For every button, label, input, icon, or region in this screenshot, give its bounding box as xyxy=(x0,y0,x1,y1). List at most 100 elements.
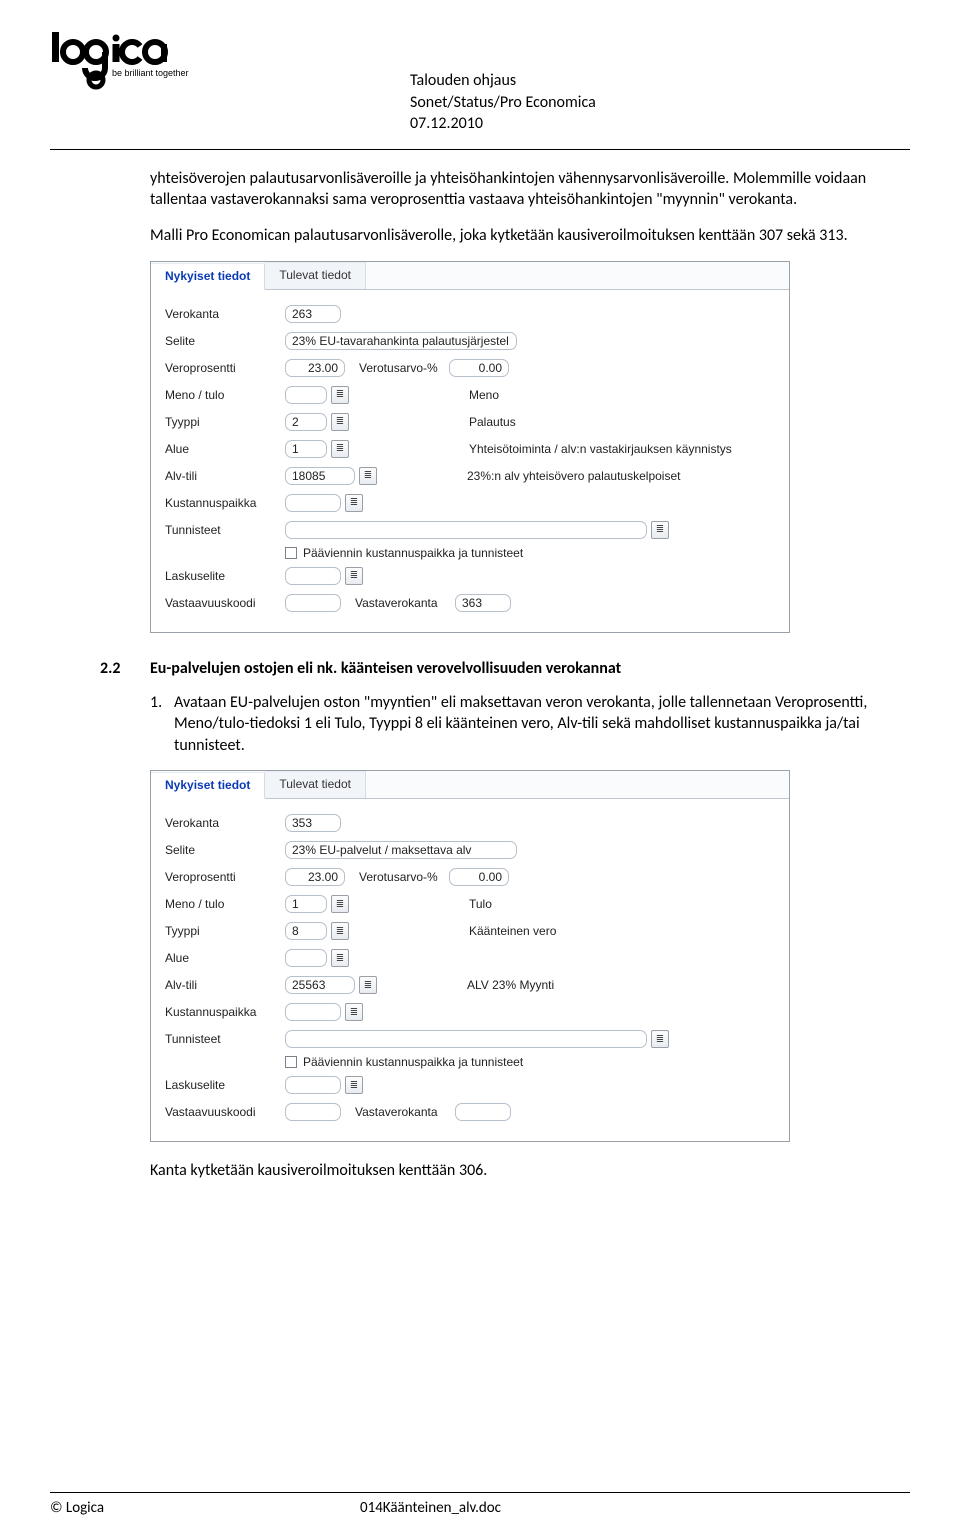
lbl-verotusarvo: Verotusarvo-% xyxy=(359,361,449,375)
lbl-menotulo: Meno / tulo xyxy=(165,897,285,911)
lbl-veroprosentti: Veroprosentti xyxy=(165,361,285,375)
lbl-verokanta: Verokanta xyxy=(165,816,285,830)
tab-nykyiset[interactable]: Nykyiset tiedot xyxy=(151,772,265,799)
checkbox-paaviennin[interactable] xyxy=(285,1056,297,1068)
field-selite[interactable]: 23% EU-palvelut / maksettava alv xyxy=(285,841,517,859)
desc-alue: Yhteisötoiminta / alv:n vastakirjauksen … xyxy=(469,442,732,456)
header-line-3: 07.12.2010 xyxy=(410,113,910,135)
tab-tulevat[interactable]: Tulevat tiedot xyxy=(265,771,366,798)
lbl-vastaverokanta: Vastaverokanta xyxy=(355,1105,455,1119)
field-menotulo[interactable] xyxy=(285,386,327,404)
lookup-icon[interactable] xyxy=(331,949,349,967)
footer-right: 014Käänteinen_alv.doc xyxy=(360,1499,501,1517)
field-kustannuspaikka[interactable] xyxy=(285,1003,341,1021)
field-veroprosentti[interactable]: 23.00 xyxy=(285,359,345,377)
lbl-alue: Alue xyxy=(165,442,285,456)
lbl-vastaavuuskoodi: Vastaavuuskoodi xyxy=(165,596,285,610)
lbl-paaviennin: Pääviennin kustannuspaikka ja tunnisteet xyxy=(303,1055,523,1069)
form-panel-1: Nykyiset tiedot Tulevat tiedot Verokanta… xyxy=(150,261,790,633)
list-item-text: Avataan EU-palvelujen oston "myyntien" e… xyxy=(174,692,870,757)
field-vastaverokanta[interactable] xyxy=(455,1103,511,1121)
lookup-icon[interactable] xyxy=(345,1076,363,1094)
tab-nykyiset[interactable]: Nykyiset tiedot xyxy=(151,263,265,290)
field-verokanta[interactable]: 353 xyxy=(285,814,341,832)
lbl-kustannuspaikka: Kustannuspaikka xyxy=(165,1005,285,1019)
header-line-1: Talouden ohjaus xyxy=(410,70,910,92)
field-alue[interactable]: 1 xyxy=(285,440,327,458)
list-item-number: 1. xyxy=(150,692,174,757)
intro-para-2: Malli Pro Economican palautusarvonlisäve… xyxy=(150,225,870,247)
section-number: 2.2 xyxy=(50,659,150,678)
field-vastaverokanta[interactable]: 363 xyxy=(455,594,511,612)
field-menotulo[interactable]: 1 xyxy=(285,895,327,913)
lbl-tyyppi: Tyyppi xyxy=(165,415,285,429)
desc-tyyppi: Käänteinen vero xyxy=(469,924,556,938)
field-alvtili[interactable]: 18085 xyxy=(285,467,355,485)
footer-left: © Logica xyxy=(50,1499,360,1517)
lookup-icon[interactable] xyxy=(331,413,349,431)
lookup-icon[interactable] xyxy=(345,1003,363,1021)
lookup-icon[interactable] xyxy=(331,895,349,913)
lookup-icon[interactable] xyxy=(651,1030,669,1048)
field-laskuselite[interactable] xyxy=(285,567,341,585)
lbl-tyyppi: Tyyppi xyxy=(165,924,285,938)
tab-tulevat[interactable]: Tulevat tiedot xyxy=(265,262,366,289)
lookup-icon[interactable] xyxy=(331,386,349,404)
desc-menotulo: Meno xyxy=(469,388,499,402)
doc-header: Talouden ohjaus Sonet/Status/Pro Economi… xyxy=(410,40,910,135)
footer-rule xyxy=(50,1492,910,1493)
tabs-1: Nykyiset tiedot Tulevat tiedot xyxy=(151,262,789,290)
logo-tagline: be brilliant together xyxy=(112,68,189,78)
lookup-icon[interactable] xyxy=(331,440,349,458)
lookup-icon[interactable] xyxy=(359,467,377,485)
lbl-alue: Alue xyxy=(165,951,285,965)
trailing-text: Kanta kytketään kausiveroilmoituksen ken… xyxy=(150,1160,870,1182)
logo: be brilliant together xyxy=(50,30,220,90)
field-vastaavuuskoodi[interactable] xyxy=(285,594,341,612)
lbl-paaviennin: Pääviennin kustannuspaikka ja tunnisteet xyxy=(303,546,523,560)
lbl-alvtili: Alv-tili xyxy=(165,469,285,483)
intro-para-1: yhteisöverojen palautusarvonlisäveroille… xyxy=(150,168,870,211)
lbl-laskuselite: Laskuselite xyxy=(165,1078,285,1092)
lbl-vastaverokanta: Vastaverokanta xyxy=(355,596,455,610)
page-footer: © Logica 014Käänteinen_alv.doc xyxy=(50,1492,910,1517)
field-selite[interactable]: 23% EU-tavarahankinta palautusjärjestel xyxy=(285,332,517,350)
field-verokanta[interactable]: 263 xyxy=(285,305,341,323)
section-title: Eu-palvelujen ostojen eli nk. käänteisen… xyxy=(150,659,910,678)
lookup-icon[interactable] xyxy=(331,922,349,940)
list-item-1: 1. Avataan EU-palvelujen oston "myyntien… xyxy=(150,692,870,757)
field-kustannuspaikka[interactable] xyxy=(285,494,341,512)
field-verotusarvo[interactable]: 0.00 xyxy=(449,868,509,886)
field-alvtili[interactable]: 25563 xyxy=(285,976,355,994)
lbl-selite: Selite xyxy=(165,843,285,857)
lookup-icon[interactable] xyxy=(345,567,363,585)
desc-alvtili: ALV 23% Myynti xyxy=(467,978,554,992)
lbl-alvtili: Alv-tili xyxy=(165,978,285,992)
section-heading: 2.2 Eu-palvelujen ostojen eli nk. käänte… xyxy=(50,659,910,678)
field-tyyppi[interactable]: 2 xyxy=(285,413,327,431)
field-verotusarvo[interactable]: 0.00 xyxy=(449,359,509,377)
lookup-icon[interactable] xyxy=(651,521,669,539)
lbl-laskuselite: Laskuselite xyxy=(165,569,285,583)
lbl-vastaavuuskoodi: Vastaavuuskoodi xyxy=(165,1105,285,1119)
field-veroprosentti[interactable]: 23.00 xyxy=(285,868,345,886)
desc-menotulo: Tulo xyxy=(469,897,492,911)
lookup-icon[interactable] xyxy=(359,976,377,994)
desc-alvtili: 23%:n alv yhteisövero palautuskelpoiset xyxy=(467,469,680,483)
desc-tyyppi: Palautus xyxy=(469,415,516,429)
field-vastaavuuskoodi[interactable] xyxy=(285,1103,341,1121)
field-alue[interactable] xyxy=(285,949,327,967)
checkbox-paaviennin[interactable] xyxy=(285,547,297,559)
lookup-icon[interactable] xyxy=(345,494,363,512)
tabs-2: Nykyiset tiedot Tulevat tiedot xyxy=(151,771,789,799)
form-panel-2: Nykyiset tiedot Tulevat tiedot Verokanta… xyxy=(150,770,790,1142)
field-tunnisteet[interactable] xyxy=(285,1030,647,1048)
header-rule xyxy=(50,149,910,150)
field-tunnisteet[interactable] xyxy=(285,521,647,539)
lbl-kustannuspaikka: Kustannuspaikka xyxy=(165,496,285,510)
field-laskuselite[interactable] xyxy=(285,1076,341,1094)
lbl-tunnisteet: Tunnisteet xyxy=(165,1032,285,1046)
lbl-veroprosentti: Veroprosentti xyxy=(165,870,285,884)
lbl-tunnisteet: Tunnisteet xyxy=(165,523,285,537)
field-tyyppi[interactable]: 8 xyxy=(285,922,327,940)
